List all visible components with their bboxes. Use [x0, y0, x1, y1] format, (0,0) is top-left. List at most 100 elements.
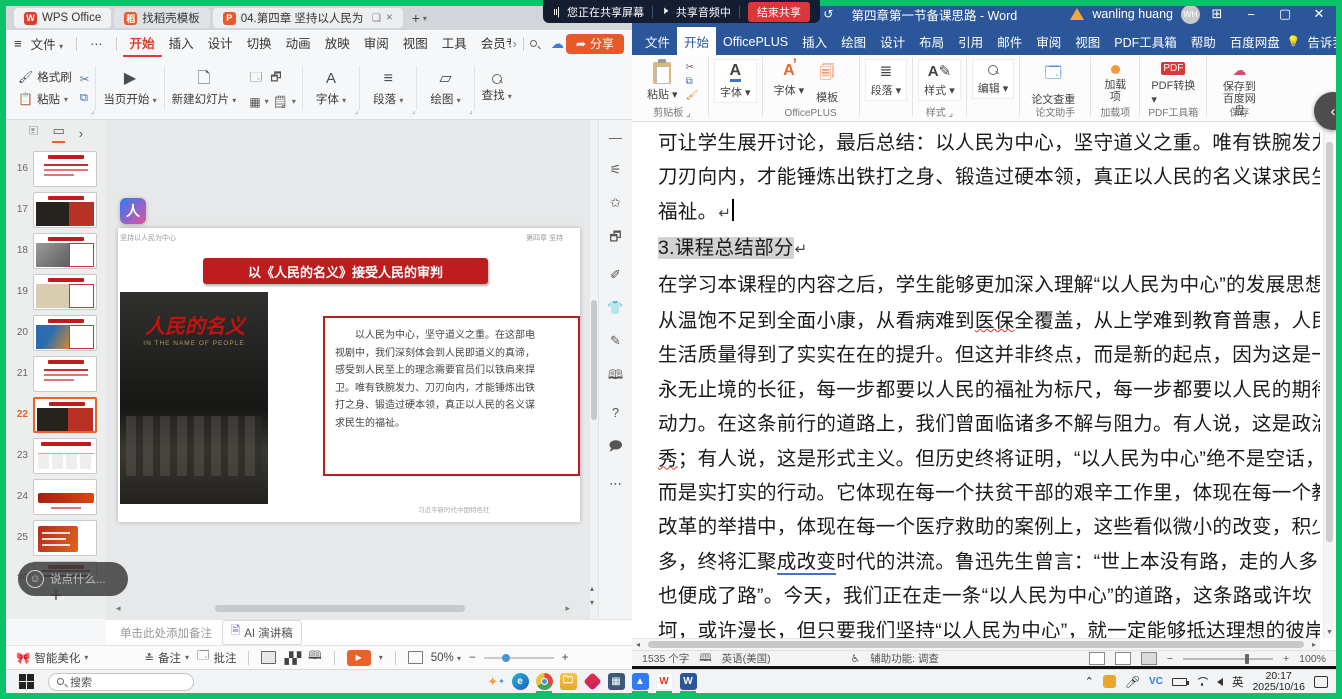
animation-wand-icon[interactable]: ✐ [610, 267, 621, 283]
word-tab-插入[interactable]: 插入 [795, 27, 834, 56]
search-icon[interactable] [530, 40, 537, 47]
slide-thumbnail-25[interactable]: 25 [6, 517, 106, 558]
speaker-icon[interactable] [1217, 678, 1223, 686]
effects-star-icon[interactable]: ✩ [610, 195, 621, 211]
taskbar-calculator[interactable]: ▦ [604, 672, 628, 692]
editing-button[interactable]: 编辑 ▾ [972, 59, 1015, 99]
more-tools-icon[interactable]: ⋯ [609, 476, 622, 492]
word-document[interactable]: 可让学生展开讨论，最后总结：以人民为中心，坚守道义之重。唯有铁腕发力、刀刃向内，… [632, 122, 1320, 638]
web-layout-button[interactable] [1141, 652, 1157, 665]
taskbar-search[interactable]: 搜索 [48, 673, 194, 691]
beautify-pen-icon[interactable]: ✎ [610, 333, 621, 349]
notes-placeholder[interactable]: 单击此处添加备注 [120, 625, 212, 641]
word-tab-PDF工具箱[interactable]: PDF工具箱 [1107, 27, 1184, 56]
taskbar-meeting-app[interactable]: ▲ [628, 672, 652, 692]
op-font-button[interactable]: A̕ 字体 ▾ [768, 59, 811, 101]
accessibility-status[interactable]: 辅助功能: 调查 [870, 651, 939, 666]
comments-toggle[interactable]: 🗔批注 [197, 648, 236, 667]
document-line[interactable]: 多，终将汇聚成改变时代的洪流。鲁迅先生曾言：“世上本没有路，走的人多了， [658, 545, 1318, 579]
taskbar-edge[interactable]: e [508, 672, 532, 692]
slide-thumbnail-19[interactable]: 19 [6, 271, 106, 312]
cut-icon[interactable]: ✂ [80, 72, 90, 86]
document-line[interactable]: 可让学生展开讨论，最后总结：以人民为中心，坚守道义之重。唯有铁腕发力、 [658, 126, 1318, 160]
scroll-right-icon[interactable]: ▸ [565, 603, 570, 614]
slide-thumbnail-21[interactable]: 21 [6, 353, 106, 394]
cut-icon[interactable]: ✂ [686, 62, 699, 73]
document-line[interactable]: 刀刃向内，才能锤炼出铁打之身、锻造过硬本领，真正以人民的名义谋求民生的 [658, 160, 1318, 194]
dialog-launcher-icon[interactable]: ⌟ [412, 106, 416, 115]
slide-thumbnail-24[interactable]: 24 [6, 476, 106, 517]
ime-indicator[interactable]: 英 [1232, 674, 1244, 690]
print-layout-button[interactable] [1115, 652, 1131, 665]
slide-thumbnail-23[interactable]: 23 [6, 435, 106, 476]
document-line[interactable]: 动力。在这条前行的道路上，我们曾面临诸多不解与阻力。有人说，这是政治作 [658, 407, 1318, 441]
word-tab-邮件[interactable]: 邮件 [990, 27, 1029, 56]
properties-icon[interactable]: ⚟ [610, 162, 622, 178]
popout-icon[interactable]: ❑ [372, 13, 381, 24]
thumbnail[interactable] [33, 315, 97, 351]
word-tab-绘图[interactable]: 绘图 [834, 27, 873, 56]
taskbar-chrome[interactable] [532, 672, 556, 692]
proofing-icon[interactable]: 🕮 [699, 650, 711, 667]
word-vscrollbar[interactable]: ▲ ▼ [1323, 122, 1334, 638]
wps-home-tab[interactable]: W WPS Office [14, 8, 111, 28]
help-icon[interactable]: ? [612, 405, 619, 420]
play-from-page-button[interactable]: ▶ 当页开始 ▾ [96, 70, 163, 107]
slide-editor[interactable]: 坚持以人民为中心 第四章 坚持 以《人民的名义》接受人民的审判 人民的名义 IN… [106, 120, 590, 619]
menu-file[interactable]: 文件 ▾ [24, 31, 71, 56]
ribbon-display-icon[interactable]: ⊞ [1200, 0, 1234, 28]
reference-book-icon[interactable]: 🕮 [608, 366, 623, 388]
prev-slide-icon[interactable]: ▴ [590, 584, 594, 593]
draw-button[interactable]: ▱ 绘图 ▾ [423, 70, 467, 107]
close-button[interactable]: ✕ [1302, 0, 1336, 28]
section-icon[interactable]: ▦ [249, 95, 260, 109]
document-line[interactable]: 而是实打实的行动。它体现在每一个扶贫干部的艰辛工作里，体现在每一个教育 [658, 476, 1318, 510]
word-tab-布局[interactable]: 布局 [912, 27, 951, 56]
accessibility-icon[interactable]: ♿ [851, 653, 860, 665]
clock[interactable]: 20:172025/10/16 [1252, 671, 1305, 693]
document-line[interactable]: 在学习本课程的内容之后，学生能够更加深入理解“以人民为中心”的发展思想。↵ [658, 268, 1318, 304]
paste-button[interactable]: 粘贴 ▾ [641, 59, 684, 105]
slide-text-box[interactable]: 以人民为中心，坚守道义之重。在这部电视剧中，我们深刻体会到人民即道义的真谛，感受… [323, 316, 580, 476]
document-line[interactable]: 也便成了路”。今天，我们正在走一条“以人民为中心”的道路，这条路或许坎 [658, 579, 1318, 613]
slide-thumbnail-16[interactable]: 16 [6, 148, 106, 189]
slide-thumbnail-22[interactable]: 22 [6, 394, 106, 435]
start-button[interactable] [14, 672, 38, 692]
scroll-left-icon[interactable]: ◂ [636, 640, 640, 649]
wps-ai-assistant-icon[interactable]: 人 [120, 198, 146, 224]
undo-icon[interactable]: ↺ [823, 7, 833, 21]
thumbnail[interactable] [33, 356, 97, 392]
reading-view-button[interactable]: 🕮 [308, 648, 322, 667]
word-tab-帮助[interactable]: 帮助 [1184, 27, 1223, 56]
tell-me[interactable]: 告诉我 [1300, 27, 1336, 56]
wps-menu-设计[interactable]: 设计 [201, 30, 240, 57]
word-hscrollbar[interactable]: ◂ ▸ [632, 638, 1320, 650]
normal-view-button[interactable] [261, 651, 276, 664]
movie-poster[interactable]: 人民的名义 IN THE NAME OF PEOPLE [120, 292, 268, 504]
voov-meeting-icon[interactable]: VC [1149, 676, 1163, 687]
editor-vscrollbar[interactable]: ▴ ▾ [590, 120, 598, 619]
scroll-left-icon[interactable]: ◂ [116, 603, 121, 614]
notes-toggle[interactable]: ≛备注▾ [144, 650, 189, 666]
menu-more[interactable]: ··· [83, 34, 110, 54]
style-button[interactable]: A✎ 样式 ▾ [918, 59, 961, 101]
fullscreen-button[interactable] [408, 651, 423, 664]
scroll-down-icon[interactable]: ▼ [1326, 629, 1333, 636]
hidden-icons-chevron[interactable]: ⌃ [1085, 675, 1094, 688]
taskbar-word[interactable]: W [676, 672, 700, 692]
outline-view-icon[interactable]: 🗉 [29, 122, 39, 144]
wps-menu-放映[interactable]: 放映 [318, 30, 357, 57]
copy-icon[interactable]: ⧉ [686, 76, 699, 87]
language-status[interactable]: 英语(美国) [722, 651, 771, 666]
paragraph-button[interactable]: ≡ 段落 ▾ [366, 70, 410, 107]
read-mode-button[interactable] [1089, 652, 1105, 665]
dialog-launcher-icon[interactable]: ⌟ [469, 106, 473, 115]
copy-icon[interactable]: ⧉ [80, 92, 90, 105]
slide-thumbnail-20[interactable]: 20 [6, 312, 106, 353]
thumbnail[interactable] [33, 397, 97, 433]
zoom-percent[interactable]: 100% [1299, 653, 1326, 665]
thumbnail[interactable] [33, 479, 97, 515]
zoom-slider[interactable] [484, 657, 554, 659]
document-line[interactable]: 福祉。↵ [658, 195, 1318, 231]
document-line[interactable]: 秀；有人说，这是形式主义。但历史终将证明，“以人民为中心”绝不是空话， [658, 442, 1318, 476]
